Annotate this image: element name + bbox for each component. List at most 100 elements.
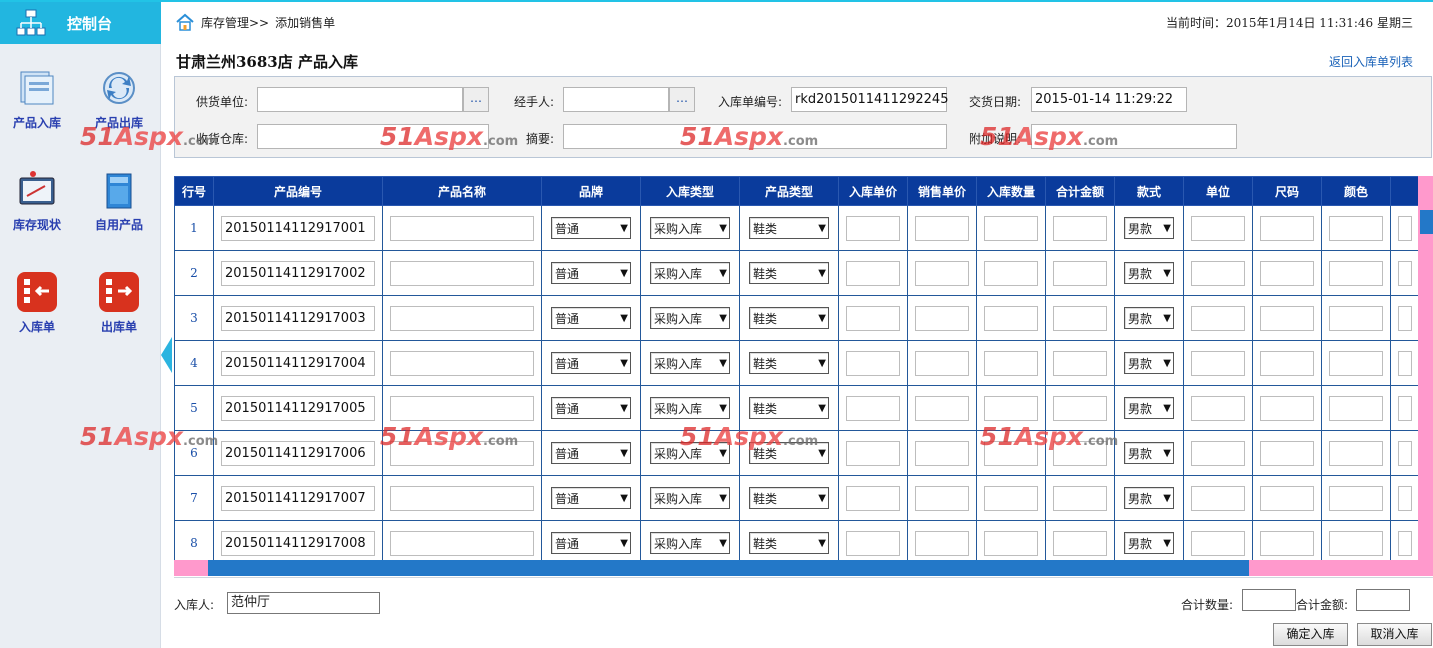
extra-input[interactable] — [1397, 485, 1412, 511]
sidebar-item-product-out[interactable]: 产品出库 — [82, 66, 156, 131]
quantity-input[interactable] — [984, 260, 1038, 286]
brand-select[interactable]: 普通 ▼ — [551, 262, 631, 284]
quantity-input[interactable] — [984, 215, 1038, 241]
style-select[interactable]: 男款 ▼ — [1124, 397, 1174, 419]
product-code-input[interactable]: 20150114112917003 — [221, 305, 375, 331]
sidebar-item-self-use[interactable]: 自用产品 — [82, 168, 156, 233]
sale-price-input[interactable] — [915, 305, 969, 331]
back-to-list-link[interactable]: 返回入库单列表 — [1329, 53, 1413, 70]
product-type-select[interactable]: 鞋类 ▼ — [749, 307, 829, 329]
product-type-select[interactable]: 鞋类 ▼ — [749, 262, 829, 284]
product-name-input[interactable] — [390, 395, 534, 421]
in-type-select[interactable]: 采购入库 ▼ — [650, 217, 730, 239]
in-price-input[interactable] — [846, 395, 900, 421]
product-code-input[interactable]: 20150114112917008 — [221, 530, 375, 556]
size-input[interactable] — [1260, 305, 1314, 331]
sale-price-input[interactable] — [915, 215, 969, 241]
color-input[interactable] — [1329, 350, 1383, 376]
sale-price-input[interactable] — [915, 395, 969, 421]
unit-input[interactable] — [1191, 215, 1245, 241]
quantity-input[interactable] — [984, 440, 1038, 466]
size-input[interactable] — [1260, 440, 1314, 466]
sidebar-item-stock-status[interactable]: 库存现状 — [0, 168, 74, 233]
unit-input[interactable] — [1191, 350, 1245, 376]
style-select[interactable]: 男款 ▼ — [1124, 352, 1174, 374]
unit-input[interactable] — [1191, 440, 1245, 466]
sale-price-input[interactable] — [915, 440, 969, 466]
in-price-input[interactable] — [846, 215, 900, 241]
quantity-input[interactable] — [984, 485, 1038, 511]
product-code-input[interactable]: 20150114112917004 — [221, 350, 375, 376]
extra-input[interactable] — [1397, 260, 1412, 286]
sidebar-item-in-order[interactable]: 入库单 — [0, 270, 74, 335]
quantity-input[interactable] — [984, 530, 1038, 556]
brand-select[interactable]: 普通 ▼ — [551, 442, 631, 464]
horizontal-scroll-thumb[interactable] — [208, 560, 1249, 576]
amount-input[interactable] — [1053, 350, 1107, 376]
amount-input[interactable] — [1053, 440, 1107, 466]
brand-select[interactable]: 普通 ▼ — [551, 352, 631, 374]
product-name-input[interactable] — [390, 305, 534, 331]
amount-input[interactable] — [1053, 530, 1107, 556]
unit-input[interactable] — [1191, 485, 1245, 511]
size-input[interactable] — [1260, 485, 1314, 511]
sale-price-input[interactable] — [915, 485, 969, 511]
unit-input[interactable] — [1191, 305, 1245, 331]
sidebar-collapse-handle[interactable] — [161, 337, 172, 373]
size-input[interactable] — [1260, 260, 1314, 286]
product-code-input[interactable]: 20150114112917007 — [221, 485, 375, 511]
product-code-input[interactable]: 20150114112917006 — [221, 440, 375, 466]
in-price-input[interactable] — [846, 260, 900, 286]
color-input[interactable] — [1329, 440, 1383, 466]
sale-price-input[interactable] — [915, 350, 969, 376]
quantity-input[interactable] — [984, 305, 1038, 331]
in-type-select[interactable]: 采购入库 ▼ — [650, 487, 730, 509]
sale-price-input[interactable] — [915, 530, 969, 556]
color-input[interactable] — [1329, 215, 1383, 241]
product-name-input[interactable] — [390, 215, 534, 241]
in-price-input[interactable] — [846, 350, 900, 376]
amount-input[interactable] — [1053, 485, 1107, 511]
size-input[interactable] — [1260, 350, 1314, 376]
delivery-date-input[interactable]: 2015-01-14 11:29:22 — [1031, 87, 1187, 112]
handler-pick-button[interactable]: … — [669, 87, 695, 112]
in-type-select[interactable]: 采购入库 ▼ — [650, 442, 730, 464]
brand-select[interactable]: 普通 ▼ — [551, 487, 631, 509]
product-name-input[interactable] — [390, 530, 534, 556]
product-code-input[interactable]: 20150114112917002 — [221, 260, 375, 286]
product-name-input[interactable] — [390, 440, 534, 466]
amount-input[interactable] — [1053, 395, 1107, 421]
color-input[interactable] — [1329, 305, 1383, 331]
horizontal-scrollbar[interactable] — [174, 560, 1433, 576]
style-select[interactable]: 男款 ▼ — [1124, 262, 1174, 284]
extra-input[interactable] — [1397, 305, 1412, 331]
in-price-input[interactable] — [846, 530, 900, 556]
in-price-input[interactable] — [846, 440, 900, 466]
color-input[interactable] — [1329, 530, 1383, 556]
order-no-input[interactable]: rkd2015011411292245 — [791, 87, 948, 112]
in-price-input[interactable] — [846, 485, 900, 511]
in-type-select[interactable]: 采购入库 ▼ — [650, 262, 730, 284]
in-type-select[interactable]: 采购入库 ▼ — [650, 352, 730, 374]
supplier-input[interactable] — [257, 87, 463, 112]
brand-select[interactable]: 普通 ▼ — [551, 217, 631, 239]
unit-input[interactable] — [1191, 530, 1245, 556]
extra-input[interactable] — [1397, 440, 1412, 466]
vertical-scroll-thumb[interactable] — [1420, 210, 1433, 234]
extra-input[interactable] — [1397, 395, 1412, 421]
product-type-select[interactable]: 鞋类 ▼ — [749, 397, 829, 419]
in-type-select[interactable]: 采购入库 ▼ — [650, 397, 730, 419]
product-name-input[interactable] — [390, 260, 534, 286]
color-input[interactable] — [1329, 395, 1383, 421]
quantity-input[interactable] — [984, 350, 1038, 376]
product-code-input[interactable]: 20150114112917005 — [221, 395, 375, 421]
note-input[interactable] — [1031, 124, 1237, 149]
size-input[interactable] — [1260, 215, 1314, 241]
size-input[interactable] — [1260, 395, 1314, 421]
warehouse-input[interactable] — [257, 124, 489, 149]
confirm-stock-in-button[interactable]: 确定入库 — [1273, 623, 1348, 646]
amount-input[interactable] — [1053, 305, 1107, 331]
product-type-select[interactable]: 鞋类 ▼ — [749, 442, 829, 464]
style-select[interactable]: 男款 ▼ — [1124, 217, 1174, 239]
product-type-select[interactable]: 鞋类 ▼ — [749, 532, 829, 554]
